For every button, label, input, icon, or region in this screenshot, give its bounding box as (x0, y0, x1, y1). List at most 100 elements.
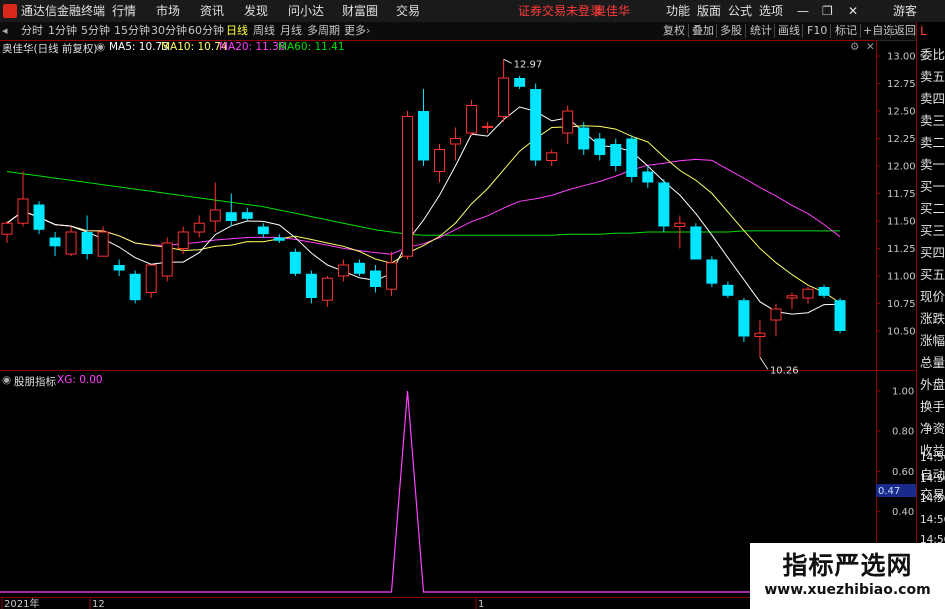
quote-label: 买二 (920, 201, 945, 216)
candle (241, 207, 253, 221)
candle (482, 122, 494, 133)
ind-y-axis-label: 0.40 (892, 507, 914, 518)
candle-body (49, 237, 61, 247)
candle-body (802, 288, 814, 299)
quote-label: 净资 (920, 421, 945, 436)
kline-chart[interactable]: 13.00 12.75 12.50 12.25 12.00 11.75 11.50 11.25… (0, 0, 945, 609)
candle-body (337, 264, 349, 277)
candle (738, 298, 750, 342)
candle (754, 320, 766, 358)
x-axis-label: 1 (478, 599, 484, 609)
candle-body (241, 212, 253, 219)
watermark-title: 指标严选网 (782, 551, 913, 580)
candle-body (113, 265, 125, 271)
quote-label: 卖四 (920, 91, 945, 106)
y-axis-label: 11.75 (887, 189, 916, 200)
quote-label: 外盘 (920, 377, 945, 392)
candle (610, 138, 622, 172)
candle (578, 122, 590, 155)
candle-body (321, 277, 333, 301)
tick-time: 14:56 (920, 493, 945, 505)
candle-body (17, 198, 29, 224)
candle-body (530, 89, 542, 161)
candle-body (722, 284, 734, 296)
candle-body (33, 204, 45, 230)
candle-body (562, 110, 574, 134)
high-annotation: 12.97 (514, 59, 543, 70)
candle-body (402, 116, 413, 257)
candle-body (834, 300, 846, 331)
candle (209, 182, 221, 232)
candle (385, 251, 397, 296)
quote-panel: L 委比 卖五 卖四 卖三 卖二 卖一 买一 买二 买三 买四 买五 现价 涨跌 涨幅 总量 外盘 换手 净资 收益自… (916, 22, 945, 609)
candle (418, 89, 430, 166)
candle-body (369, 270, 381, 287)
candle (466, 100, 478, 136)
candle-body (674, 222, 686, 227)
candle-body (642, 171, 654, 183)
candle-body (257, 226, 269, 235)
ind-y-axis-label: 0.60 (892, 467, 914, 478)
candle-body (690, 226, 702, 260)
candle-body (594, 138, 606, 155)
candle (450, 127, 462, 161)
candle (33, 201, 45, 235)
watermark: 指标严选网 www.xuezhibiao.com (750, 543, 945, 609)
candle-body (193, 222, 205, 233)
candle (770, 303, 782, 337)
tick-time: 14:56 (920, 513, 945, 526)
tick-time: 14:56 (920, 472, 945, 485)
quote-label: 委比 (920, 47, 945, 62)
candle-body (626, 138, 638, 177)
candle (65, 226, 77, 257)
value-tag-text: 0.47 (878, 486, 900, 497)
candle (113, 259, 125, 276)
candle-body (786, 295, 798, 299)
candle-body (546, 152, 558, 162)
candle-body (65, 231, 77, 255)
quote-label: 卖五 (920, 69, 945, 84)
candle (834, 298, 846, 334)
candle-body (818, 287, 830, 296)
y-axis-label: 13.00 (887, 52, 916, 63)
candle-body (498, 77, 510, 117)
candle-body (289, 251, 301, 274)
candle (786, 292, 798, 309)
candle (530, 83, 542, 166)
ind-y-axis-label: 0.80 (892, 427, 914, 438)
candle (289, 248, 301, 276)
y-axis-label: 10.75 (887, 299, 916, 310)
candle (818, 284, 830, 298)
candle (546, 149, 558, 166)
candle (369, 265, 381, 293)
x-axis-label: 2021年 (4, 597, 39, 609)
candle (225, 193, 237, 227)
y-axis-label: 12.25 (887, 134, 916, 145)
candle-body (706, 259, 718, 284)
candle-body (482, 125, 494, 129)
candle (690, 223, 702, 260)
quote-label: 卖二 (920, 135, 945, 150)
y-axis-label: 11.25 (887, 244, 916, 255)
high-pointer (503, 58, 512, 64)
low-pointer (759, 357, 769, 370)
quote-label: 现价 (920, 289, 945, 304)
candle (562, 105, 574, 144)
y-axis-label: 10.50 (887, 327, 916, 338)
candle-body (129, 273, 141, 301)
candle (273, 234, 285, 243)
quote-label: 买一 (920, 179, 945, 194)
candle-body (97, 231, 109, 257)
x-axis-label: 12 (92, 599, 105, 609)
candle-body (353, 262, 365, 274)
low-annotation: 10.26 (770, 365, 799, 376)
quote-label: L (920, 23, 927, 38)
quote-label: 买四 (920, 245, 945, 260)
watermark-url: www.xuezhibiao.com (764, 582, 931, 598)
candle-body (754, 332, 766, 338)
quote-label: 涨幅 (920, 333, 945, 348)
candle (594, 133, 606, 161)
candle (1, 221, 13, 243)
candle-body (658, 182, 670, 227)
quote-label: 总量 (920, 355, 945, 370)
